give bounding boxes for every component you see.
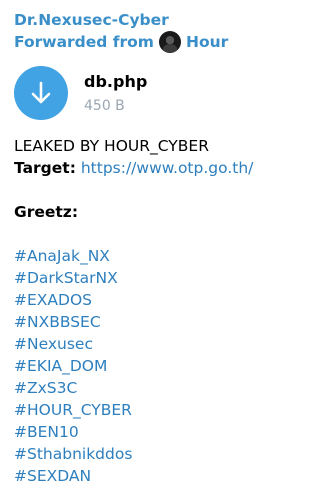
hashtag-link[interactable]: #SEXDAN — [14, 465, 321, 487]
hashtag-link[interactable]: #DarkStarNX — [14, 267, 321, 289]
target-label: Target: — [14, 159, 76, 177]
hashtag-link[interactable]: #AnaJak_NX — [14, 245, 321, 267]
hashtag-link[interactable]: #NXBBSEC — [14, 311, 321, 333]
download-button[interactable] — [14, 66, 68, 120]
download-arrow-icon — [31, 81, 51, 104]
file-attachment: db.php 450 B — [14, 65, 321, 121]
sender-name[interactable]: Dr.Nexusec-Cyber — [14, 10, 321, 31]
hashtag-link[interactable]: #Nexusec — [14, 333, 321, 355]
greetz-label: Greetz: — [14, 203, 79, 221]
target-link[interactable]: https://www.otp.go.th/ — [81, 159, 254, 177]
message-text: LEAKED BY HOUR_CYBER Target: https://www… — [14, 135, 321, 487]
target-line: Target: https://www.otp.go.th/ — [14, 157, 321, 179]
forwarded-avatar[interactable] — [158, 31, 181, 53]
hashtag-list: #AnaJak_NX #DarkStarNX #EXADOS #NXBBSEC #Nex… — [14, 245, 321, 487]
headline: LEAKED BY HOUR_CYBER — [14, 137, 209, 155]
file-info: db.php 450 B — [84, 71, 147, 116]
hashtag-link[interactable]: #HOUR_CYBER — [14, 399, 321, 421]
hashtag-link[interactable]: #Sthabnikddos — [14, 443, 321, 465]
forwarded-name[interactable]: Hour — [186, 31, 228, 53]
forwarded-header[interactable]: Forwarded from Hour — [14, 31, 321, 53]
hashtag-link[interactable]: #EKIA_DOM — [14, 355, 321, 377]
message-bubble: Dr.Nexusec-Cyber Forwarded from Hour db.… — [0, 0, 335, 489]
hashtag-link[interactable]: #ZxS3C — [14, 377, 321, 399]
file-size: 450 B — [84, 97, 125, 114]
hashtag-link[interactable]: #BEN10 — [14, 421, 321, 443]
file-name[interactable]: db.php — [84, 71, 147, 93]
forwarded-prefix: Forwarded from — [14, 33, 154, 51]
hashtag-link[interactable]: #EXADOS — [14, 289, 321, 311]
